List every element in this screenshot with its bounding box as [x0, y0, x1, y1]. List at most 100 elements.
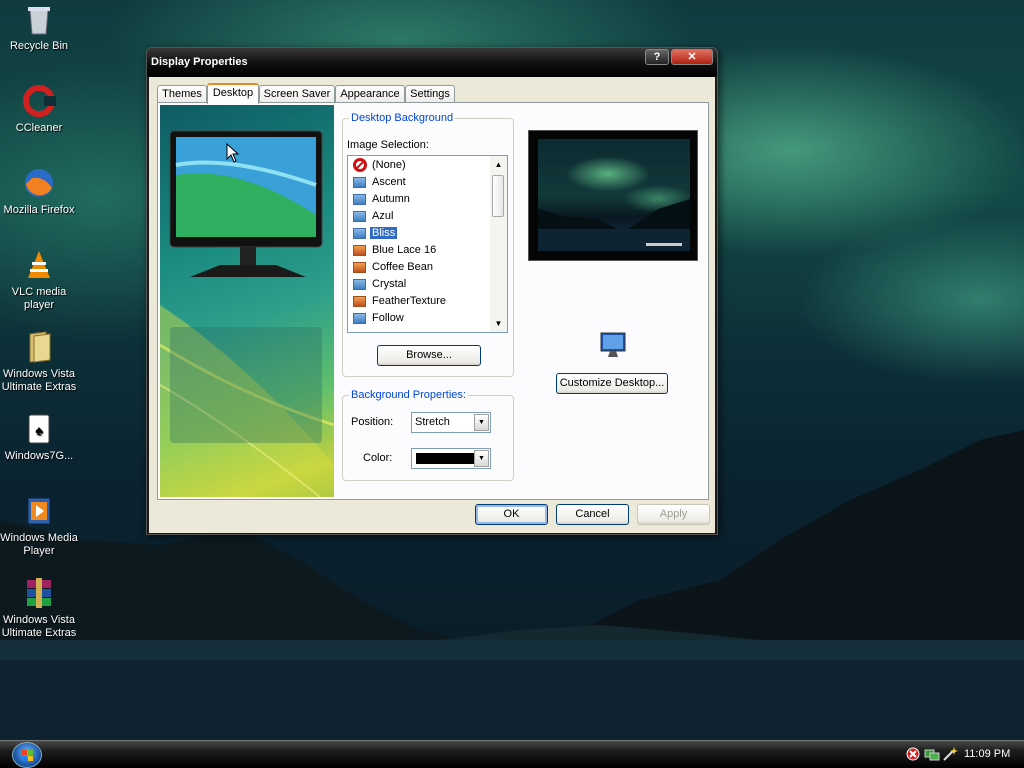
background-preview-image	[538, 139, 690, 251]
taskbar-clock[interactable]: 11:09 PM	[964, 748, 1010, 760]
image-file-icon	[353, 313, 366, 324]
desktop-icon-label: Recycle Bin	[9, 40, 69, 52]
playing-card-icon: ♠	[22, 412, 56, 446]
desktop-icon-recycle-bin[interactable]: Recycle Bin	[0, 2, 78, 53]
image-file-icon	[353, 296, 366, 307]
scroll-down-arrow-icon[interactable]: ▼	[490, 315, 507, 332]
list-item-label: Coffee Bean	[372, 261, 433, 273]
desktop-icon-vista-extras-1[interactable]: Windows Vista Ultimate Extras	[0, 330, 78, 394]
color-picker-button[interactable]: ▼	[411, 448, 491, 469]
list-scrollbar[interactable]: ▲ ▼	[490, 156, 507, 332]
tab-desktop[interactable]: Desktop	[207, 83, 259, 104]
monitor-icon	[598, 331, 628, 361]
chevron-down-icon[interactable]: ▼	[474, 414, 489, 431]
desktop-icon-label: Windows Vista Ultimate Extras	[1, 614, 77, 639]
media-player-icon	[22, 494, 56, 528]
list-item[interactable]: Ascent	[350, 174, 490, 191]
list-item[interactable]: FeatherTexture	[350, 293, 490, 310]
system-tray: 11:09 PM	[900, 741, 1024, 768]
list-item-label: Azul	[372, 210, 394, 222]
list-item-label: (None)	[372, 159, 406, 171]
desktop-icon-label: Mozilla Firefox	[3, 204, 75, 216]
firefox-icon	[22, 166, 56, 200]
folder-icon	[22, 330, 56, 364]
chevron-down-icon[interactable]: ▼	[474, 450, 489, 467]
background-properties-title: Background Properties:	[349, 389, 468, 401]
network-icon[interactable]	[924, 747, 940, 761]
ccleaner-icon	[22, 84, 56, 118]
apply-button[interactable]: Apply	[637, 504, 710, 525]
magic-wand-icon[interactable]	[942, 746, 958, 762]
image-file-icon	[353, 245, 366, 256]
list-item[interactable]: Follow	[350, 310, 490, 327]
start-button[interactable]	[12, 742, 42, 768]
desktop-icon-windows7g[interactable]: ♠ Windows7G...	[0, 412, 78, 463]
image-file-icon	[353, 177, 366, 188]
title-bar[interactable]: Display Properties ? ✕	[147, 48, 717, 77]
list-item-label: FeatherTexture	[372, 295, 446, 307]
list-item[interactable]: Coffee Bean	[350, 259, 490, 276]
color-label: Color:	[363, 452, 393, 464]
scrollbar-thumb[interactable]	[492, 175, 504, 217]
image-selection-label: Image Selection:	[347, 139, 429, 151]
list-item[interactable]: Autumn	[350, 191, 490, 208]
tab-screen-saver[interactable]: Screen Saver	[259, 85, 335, 103]
image-file-icon	[353, 279, 366, 290]
help-button[interactable]: ?	[645, 49, 669, 65]
desktop-background-title: Desktop Background	[349, 112, 456, 124]
no-image-icon	[353, 158, 367, 172]
desktop-icon-media-player[interactable]: Windows Media Player	[0, 494, 78, 558]
position-value: Stretch	[415, 416, 450, 428]
desktop-icon-vlc[interactable]: VLC media player	[0, 248, 78, 312]
winrar-archive-icon	[22, 576, 56, 610]
svg-text:♠: ♠	[35, 422, 43, 438]
desktop-tab-artwork	[160, 105, 334, 497]
mouse-cursor-icon	[226, 143, 240, 163]
position-label: Position:	[351, 416, 394, 428]
desktop-icon-label: Windows Media Player	[0, 532, 78, 557]
recycle-bin-icon	[22, 2, 56, 36]
list-item-selected[interactable]: Bliss	[350, 225, 490, 242]
cancel-button[interactable]: Cancel	[556, 504, 629, 525]
dialog-client-area: Themes Desktop Screen Saver Appearance S…	[149, 77, 715, 533]
list-item[interactable]: Blue Lace 16	[350, 242, 490, 259]
list-item-label: Bliss	[370, 227, 398, 239]
windows-logo-icon	[22, 750, 33, 761]
tab-appearance[interactable]: Appearance	[335, 85, 405, 103]
desktop-icon-label: Windows7G...	[4, 450, 74, 462]
list-item[interactable]: Crystal	[350, 276, 490, 293]
position-dropdown[interactable]: Stretch ▼	[411, 412, 491, 433]
tab-themes[interactable]: Themes	[157, 85, 207, 103]
image-file-icon	[353, 194, 366, 205]
list-item[interactable]: Azul	[350, 208, 490, 225]
image-file-icon	[353, 211, 366, 222]
desktop-tab-panel: Desktop Background Image Selection: (Non…	[157, 102, 709, 500]
image-file-icon	[353, 228, 366, 239]
desktop-icon-ccleaner[interactable]: CCleaner	[0, 84, 78, 135]
list-item-label: Blue Lace 16	[372, 244, 437, 256]
security-alert-icon[interactable]	[906, 747, 920, 761]
desktop-background-group: Desktop Background Image Selection: (Non…	[342, 112, 514, 377]
color-swatch	[416, 453, 474, 464]
desktop-icon-vista-extras-2[interactable]: Windows Vista Ultimate Extras	[0, 576, 78, 640]
vlc-cone-icon	[22, 248, 56, 282]
image-selection-list[interactable]: (None) Ascent Autumn Azul Bliss Blue Lac…	[347, 155, 508, 333]
close-button[interactable]: ✕	[671, 49, 713, 65]
browse-button[interactable]: Browse...	[377, 345, 481, 366]
desktop-icon-label: VLC media player	[11, 286, 67, 311]
image-file-icon	[353, 262, 366, 273]
list-item-label: Follow	[372, 312, 404, 324]
taskbar: 11:09 PM	[0, 740, 1024, 768]
background-preview-monitor	[528, 130, 698, 261]
background-properties-group: Background Properties: Position: Stretch…	[342, 389, 514, 481]
customize-desktop-button[interactable]: Customize Desktop...	[556, 373, 668, 394]
list-item-label: Crystal	[372, 278, 407, 290]
desktop-icon-label: CCleaner	[15, 122, 63, 134]
tab-settings[interactable]: Settings	[405, 85, 455, 103]
ok-button[interactable]: OK	[475, 504, 548, 525]
desktop-icon-firefox[interactable]: Mozilla Firefox	[0, 166, 78, 217]
display-properties-window: Display Properties ? ✕ Themes Desktop Sc…	[146, 47, 718, 535]
list-item-label: Autumn	[372, 193, 410, 205]
list-item[interactable]: (None)	[350, 157, 490, 174]
scroll-up-arrow-icon[interactable]: ▲	[490, 156, 507, 173]
